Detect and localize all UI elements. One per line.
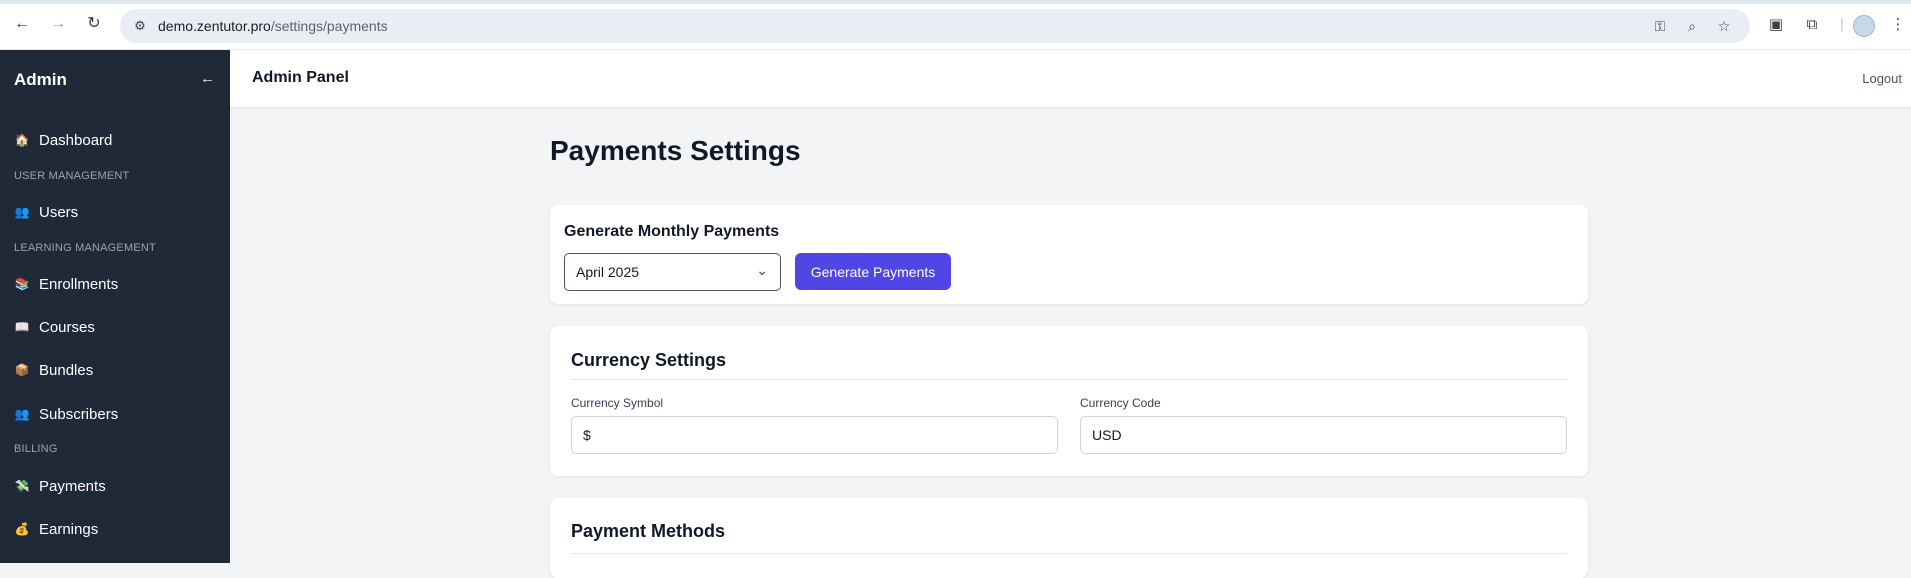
currency-symbol-input[interactable]: $ bbox=[571, 416, 1058, 454]
currency-code-label: Currency Code bbox=[1080, 396, 1161, 410]
bookmark-star-icon[interactable]: ☆ bbox=[1715, 17, 1733, 35]
url-domain: demo.zentutor.pro bbox=[158, 18, 271, 34]
sidebar: Admin ← 🏠 Dashboard USER MANAGEMENT 👥 Us… bbox=[0, 50, 230, 563]
generate-payments-card: Generate Monthly Payments April 2025 ⌄ G… bbox=[550, 205, 1588, 304]
browser-toolbar: ← → ↻ ⚙ demo.zentutor.pro/settings/payme… bbox=[0, 0, 1911, 50]
books-icon: 📚 bbox=[14, 277, 30, 291]
sidebar-item-enrollments[interactable]: 📚 Enrollments bbox=[14, 272, 119, 296]
sidebar-item-label: Dashboard bbox=[39, 131, 113, 149]
sidebar-item-label: Bundles bbox=[39, 361, 94, 379]
sidebar-item-payments[interactable]: 💸 Payments bbox=[14, 474, 106, 498]
card-title: Payment Methods bbox=[571, 521, 726, 541]
currency-code-value: USD bbox=[1092, 427, 1122, 443]
sidebar-section-learning-management: LEARNING MANAGEMENT bbox=[14, 242, 156, 254]
sidebar-section-billing: BILLING bbox=[14, 443, 58, 455]
sidebar-item-courses[interactable]: 📖 Courses bbox=[14, 315, 95, 339]
card-title: Currency Settings bbox=[571, 350, 727, 370]
chevron-down-icon: ⌄ bbox=[756, 262, 768, 278]
site-info-icon[interactable]: ⚙ bbox=[132, 18, 148, 34]
divider bbox=[571, 379, 1567, 380]
home-icon: 🏠 bbox=[14, 133, 30, 147]
month-select-value: April 2025 bbox=[576, 264, 640, 280]
logout-link[interactable]: Logout bbox=[1862, 71, 1902, 86]
sidebar-item-subscribers[interactable]: 👥 Subscribers bbox=[14, 402, 119, 426]
extensions-puzzle-icon[interactable]: ⧉ bbox=[1802, 15, 1822, 35]
sidebar-section-user-management: USER MANAGEMENT bbox=[14, 170, 130, 182]
currency-symbol-label: Currency Symbol bbox=[571, 396, 664, 410]
divider bbox=[571, 553, 1567, 554]
toolbar-divider: | bbox=[1840, 16, 1844, 33]
sidebar-item-label: Courses bbox=[39, 318, 95, 336]
generate-payments-button[interactable]: Generate Payments bbox=[795, 253, 951, 290]
sidebar-item-bundles[interactable]: 📦 Bundles bbox=[14, 358, 94, 382]
users-icon: 👥 bbox=[14, 205, 30, 219]
open-book-icon: 📖 bbox=[14, 320, 30, 334]
sidebar-item-earnings[interactable]: 💰 Earnings bbox=[14, 517, 99, 541]
reload-icon[interactable]: ↻ bbox=[84, 14, 104, 34]
forward-icon[interactable]: → bbox=[48, 14, 68, 34]
url-path: /settings/payments bbox=[270, 18, 388, 34]
address-bar[interactable]: ⚙ demo.zentutor.pro/settings/payments ⚿ … bbox=[120, 9, 1750, 43]
profile-avatar[interactable] bbox=[1853, 15, 1875, 37]
sidebar-brand: Admin bbox=[14, 70, 67, 89]
sidebar-item-label: Users bbox=[39, 203, 79, 221]
money-bag-icon: 💰 bbox=[14, 522, 30, 536]
extension-app-icon[interactable]: ▣ bbox=[1766, 15, 1786, 35]
page-title: Payments Settings bbox=[550, 135, 801, 166]
sidebar-item-users[interactable]: 👥 Users bbox=[14, 200, 79, 224]
payment-methods-card: Payment Methods bbox=[550, 498, 1588, 578]
subscribers-icon: 👥 bbox=[14, 407, 30, 421]
month-select[interactable]: April 2025 ⌄ bbox=[564, 253, 781, 291]
zoom-icon[interactable]: ⌕ bbox=[1683, 17, 1701, 35]
back-icon[interactable]: ← bbox=[12, 14, 32, 34]
currency-settings-card: Currency Settings Currency Symbol $ Curr… bbox=[550, 326, 1588, 476]
sidebar-item-dashboard[interactable]: 🏠 Dashboard bbox=[14, 128, 113, 152]
browser-menu-icon[interactable]: ⋮ bbox=[1888, 15, 1908, 35]
money-wings-icon: 💸 bbox=[14, 479, 30, 493]
panel-title: Admin Panel bbox=[252, 69, 349, 86]
package-icon: 📦 bbox=[14, 363, 30, 377]
currency-symbol-value: $ bbox=[583, 427, 591, 443]
url-text: demo.zentutor.pro/settings/payments bbox=[158, 18, 388, 34]
currency-code-input[interactable]: USD bbox=[1080, 416, 1567, 454]
top-bar: Admin Panel Logout bbox=[230, 50, 1911, 108]
card-title: Generate Monthly Payments bbox=[564, 223, 780, 240]
sidebar-item-label: Subscribers bbox=[39, 405, 119, 423]
sidebar-item-label: Earnings bbox=[39, 520, 99, 538]
tab-strip bbox=[0, 0, 1911, 4]
collapse-sidebar-icon[interactable]: ← bbox=[200, 70, 215, 87]
sidebar-item-label: Payments bbox=[39, 477, 106, 495]
password-key-icon[interactable]: ⚿ bbox=[1651, 17, 1669, 35]
sidebar-item-label: Enrollments bbox=[39, 275, 119, 293]
